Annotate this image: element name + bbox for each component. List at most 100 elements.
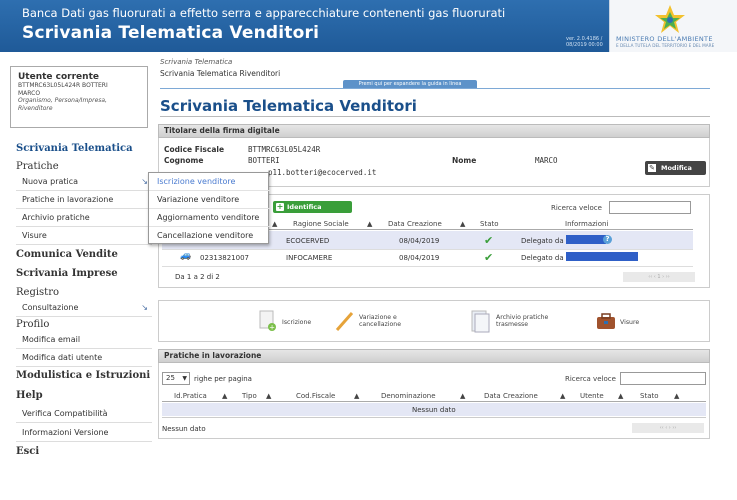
divider bbox=[160, 88, 710, 89]
page-size-select[interactable]: 25 ▼ bbox=[162, 372, 190, 385]
row-codice: 02313821007 bbox=[200, 254, 249, 262]
version-text: ver. 2.0.4186 / 08/2019 00:00 bbox=[566, 36, 603, 48]
nav-section-registro: Registro bbox=[16, 287, 59, 298]
identifica-impresa-button[interactable]: + Identifica impresa bbox=[273, 201, 352, 223]
user-name: MARCO bbox=[18, 89, 41, 97]
nav-item-consultazione[interactable]: Consultazione ↘ bbox=[16, 299, 152, 317]
divider bbox=[162, 266, 693, 267]
column-stato[interactable]: Stato bbox=[480, 220, 499, 228]
edit-icon: ✎ bbox=[648, 164, 656, 172]
nuova-pratica-menu: Iscrizione venditore Variazione venditor… bbox=[148, 172, 270, 245]
nav-esci[interactable]: Esci bbox=[16, 446, 39, 457]
nav-section-help: Help bbox=[16, 390, 43, 401]
column-stato[interactable]: Stato bbox=[640, 392, 659, 400]
menu-item-cancellazione[interactable]: Cancellazione venditore bbox=[149, 227, 270, 245]
column-utente[interactable]: Utente bbox=[580, 392, 604, 400]
user-code: BTTMRC63L05L424R BOTTERI bbox=[18, 82, 108, 89]
redacted-block bbox=[566, 235, 606, 244]
sort-icon[interactable]: ▲ bbox=[222, 392, 227, 400]
righe-per-pagina-label: righe per pagina bbox=[194, 375, 252, 383]
nav-section-pratiche: Pratiche bbox=[16, 161, 59, 172]
nav-item-archivio-pratiche[interactable]: Archivio pratiche bbox=[16, 209, 152, 227]
nav-item-nuova-pratica[interactable]: Nuova pratica ↘ bbox=[16, 173, 152, 191]
column-id-pratica[interactable]: Id.Pratica bbox=[174, 392, 207, 400]
column-ragione-sociale[interactable]: Ragione Sociale bbox=[293, 220, 349, 228]
ricerca-veloce-label: Ricerca veloce bbox=[565, 375, 616, 383]
ricerca-veloce-label: Ricerca veloce bbox=[551, 204, 602, 212]
modifica-dati-button[interactable]: ✎ Modifica dati bbox=[645, 161, 706, 186]
nav-scrivania-imprese[interactable]: Scrivania Imprese bbox=[16, 268, 118, 279]
menu-item-iscrizione[interactable]: Iscrizione venditore bbox=[149, 173, 270, 191]
sort-icon[interactable]: ▲ bbox=[367, 220, 372, 228]
nome-value: MARCO bbox=[535, 156, 558, 165]
pratiche-panel-header: Pratiche in lavorazione bbox=[158, 349, 710, 363]
ricerca-veloce-input[interactable] bbox=[620, 372, 706, 385]
empty-table-row: Nessun dato bbox=[162, 403, 706, 416]
tile-label: Visure bbox=[620, 319, 640, 326]
menu-item-aggiornamento[interactable]: Aggiornamento venditore bbox=[149, 209, 270, 227]
ministry-name: MINISTERO DELL'AMBIENTE bbox=[616, 35, 713, 43]
nome-label: Nome bbox=[452, 156, 477, 165]
tile-variazione[interactable]: Variazione e cancellazione bbox=[335, 310, 435, 334]
car-icon[interactable]: 🚙 bbox=[180, 251, 191, 261]
row-info: Delegato da bbox=[521, 237, 564, 245]
email-value: p11.botteri@ecocerved.it bbox=[268, 168, 377, 177]
sort-icon[interactable]: ▲ bbox=[266, 392, 271, 400]
column-cod-fiscale[interactable]: Cod.Fiscale bbox=[296, 392, 335, 400]
nav-item-modifica-utente[interactable]: Modifica dati utente bbox=[16, 349, 152, 367]
divider bbox=[162, 249, 693, 250]
nav-item-label: Consultazione bbox=[22, 303, 79, 312]
briefcase-icon bbox=[597, 313, 615, 329]
page-title: Scrivania Telematica Venditori bbox=[160, 97, 417, 115]
header-title: Scrivania Telematica Venditori bbox=[22, 23, 320, 43]
help-icon[interactable]: ? bbox=[603, 235, 612, 244]
ministry-logo: MINISTERO DELL'AMBIENTE E DELLA TUTELA D… bbox=[609, 0, 737, 52]
row-ragione-sociale: ECOCERVED bbox=[286, 237, 330, 245]
svg-text:+: + bbox=[269, 324, 275, 332]
pagination[interactable]: ‹‹ ‹ › ›› bbox=[632, 423, 704, 433]
column-denominazione[interactable]: Denominazione bbox=[381, 392, 436, 400]
divider bbox=[162, 417, 706, 418]
row-data-creazione: 08/04/2019 bbox=[399, 237, 440, 245]
tile-label: Variazione e cancellazione bbox=[359, 314, 402, 328]
divider bbox=[160, 116, 710, 117]
sort-icon[interactable]: ▲ bbox=[674, 392, 679, 400]
sort-icon[interactable]: ▲ bbox=[272, 220, 277, 228]
tile-archivio[interactable]: Archivio pratiche trasmesse bbox=[470, 310, 580, 334]
sort-icon[interactable]: ▲ bbox=[618, 392, 623, 400]
current-user-box: Utente corrente BTTMRC63L05L424R BOTTERI… bbox=[10, 66, 148, 128]
menu-item-variazione[interactable]: Variazione venditore bbox=[149, 191, 270, 209]
cognome-label: Cognome bbox=[164, 156, 204, 165]
column-data-creazione[interactable]: Data Creazione bbox=[484, 392, 538, 400]
archive-icon bbox=[471, 310, 490, 333]
row-data-creazione: 08/04/2019 bbox=[399, 254, 440, 262]
nav-item-visure[interactable]: Visure bbox=[16, 227, 152, 245]
sort-icon[interactable]: ▲ bbox=[460, 392, 465, 400]
chevron-down-icon: ▼ bbox=[182, 375, 187, 382]
breadcrumb-root[interactable]: Scrivania Telematica bbox=[160, 58, 232, 66]
pagination[interactable]: ‹‹ ‹ 1 › ›› bbox=[623, 272, 695, 282]
tile-label: Iscrizione bbox=[282, 319, 312, 326]
user-heading: Utente corrente bbox=[18, 72, 99, 82]
column-tipo[interactable]: Tipo bbox=[242, 392, 257, 400]
nav-modulistica[interactable]: Modulistica e Istruzioni bbox=[16, 370, 150, 381]
header-subtitle: Banca Dati gas fluorurati a effetto serr… bbox=[22, 6, 506, 20]
nav-item-verifica[interactable]: Verifica Compatibilità bbox=[16, 405, 152, 423]
nav-item-modifica-email[interactable]: Modifica email bbox=[16, 331, 152, 349]
nav-comunica-vendite[interactable]: Comunica Vendite bbox=[16, 249, 118, 260]
nav-scrivania-telematica[interactable]: Scrivania Telematica bbox=[16, 143, 133, 154]
row-info: Delegato da bbox=[521, 254, 564, 262]
guide-toggle-button[interactable]: Premi qui per espandere la guida in line… bbox=[343, 80, 477, 88]
nav-item-label: Nuova pratica bbox=[22, 177, 79, 186]
sort-icon[interactable]: ▲ bbox=[560, 392, 565, 400]
sort-icon[interactable]: ▲ bbox=[354, 392, 359, 400]
nav-item-pratiche-lavorazione[interactable]: Pratiche in lavorazione bbox=[16, 191, 152, 209]
sort-icon[interactable]: ▲ bbox=[460, 220, 465, 228]
ricerca-veloce-input[interactable] bbox=[609, 201, 691, 214]
pencil-icon bbox=[335, 312, 354, 331]
plus-icon: + bbox=[276, 202, 284, 211]
nav-item-info-versione[interactable]: Informazioni Versione bbox=[16, 424, 152, 442]
column-data-creazione[interactable]: Data Creazione bbox=[388, 220, 442, 228]
check-icon: ✔ bbox=[484, 251, 494, 264]
tile-visure[interactable]: Visure bbox=[596, 310, 656, 334]
